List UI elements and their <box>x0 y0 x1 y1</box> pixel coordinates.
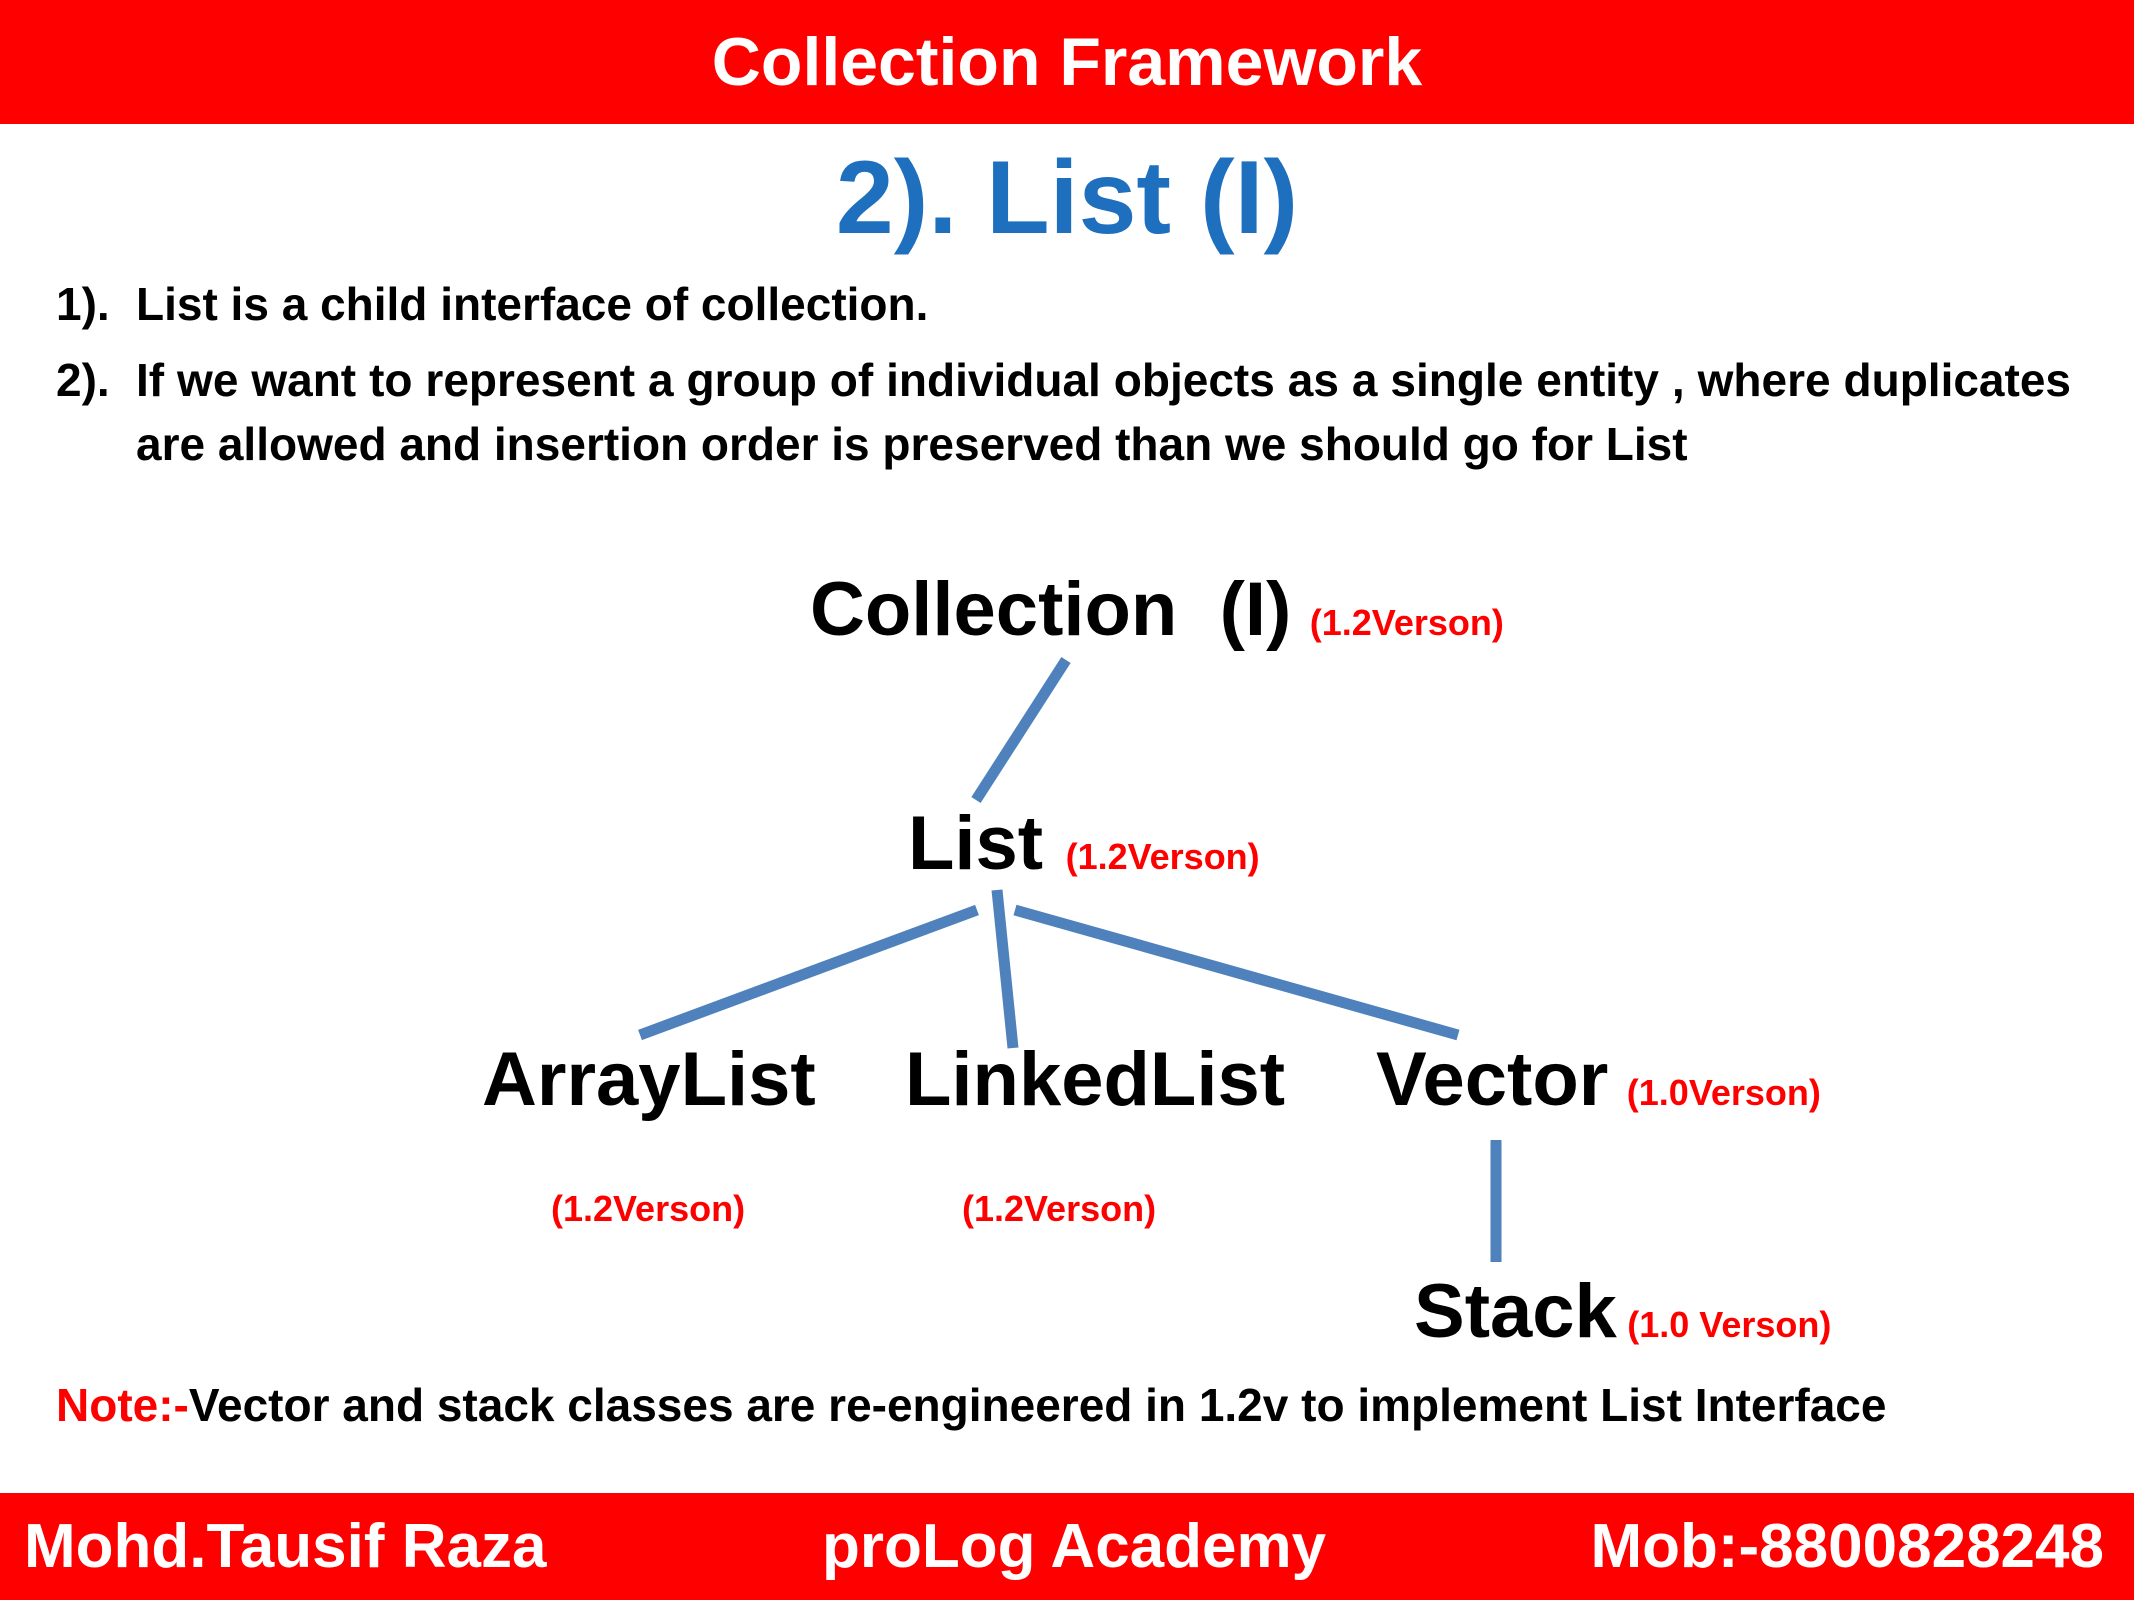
note-label: Note:- <box>56 1379 189 1431</box>
node-stack-version: (1.0 Verson) <box>1627 1304 1832 1345</box>
node-vector: Vector (1.0Verson) <box>1376 1036 1821 1123</box>
node-linkedlist-version: (1.2Verson) <box>962 1188 1157 1229</box>
note-text: Vector and stack classes are re-engineer… <box>188 1379 1887 1431</box>
node-arraylist: ArrayList <box>482 1036 816 1123</box>
node-list: List (1.2Verson) <box>908 800 1260 887</box>
edge-list-vector <box>1013 904 1460 1041</box>
edge-collection-list <box>971 657 1071 803</box>
node-vector-name: Vector <box>1376 1037 1609 1122</box>
footer-author: Mohd.Tausif Raza <box>24 1512 547 1581</box>
node-linkedlist: LinkedList <box>905 1036 1285 1123</box>
footer-bar: Mohd.Tausif Raza proLog Academy Mob:-880… <box>0 1493 2134 1600</box>
node-collection-name: Collection (I) <box>810 567 1292 652</box>
edge-list-linkedlist <box>991 889 1019 1049</box>
note: Note:-Vector and stack classes are re-en… <box>56 1378 1886 1432</box>
node-list-version: (1.2Verson) <box>1065 836 1260 877</box>
node-stack: Stack (1.0 Verson) <box>1414 1268 1831 1355</box>
node-arraylist-name: ArrayList <box>482 1037 816 1122</box>
footer-academy: proLog Academy <box>822 1512 1327 1581</box>
node-vector-version: (1.0Verson) <box>1626 1072 1821 1113</box>
edge-list-arraylist <box>638 904 979 1041</box>
node-list-name: List <box>908 801 1044 886</box>
node-stack-name: Stack <box>1414 1269 1617 1354</box>
node-arraylist-version: (1.2Verson) <box>551 1188 746 1229</box>
node-collection-version: (1.2Verson) <box>1309 602 1504 643</box>
node-linkedlist-name: LinkedList <box>905 1037 1286 1122</box>
footer-mobile: Mob:-8800828248 <box>1590 1512 2105 1581</box>
node-collection: Collection (I) (1.2Verson) <box>810 566 1504 653</box>
